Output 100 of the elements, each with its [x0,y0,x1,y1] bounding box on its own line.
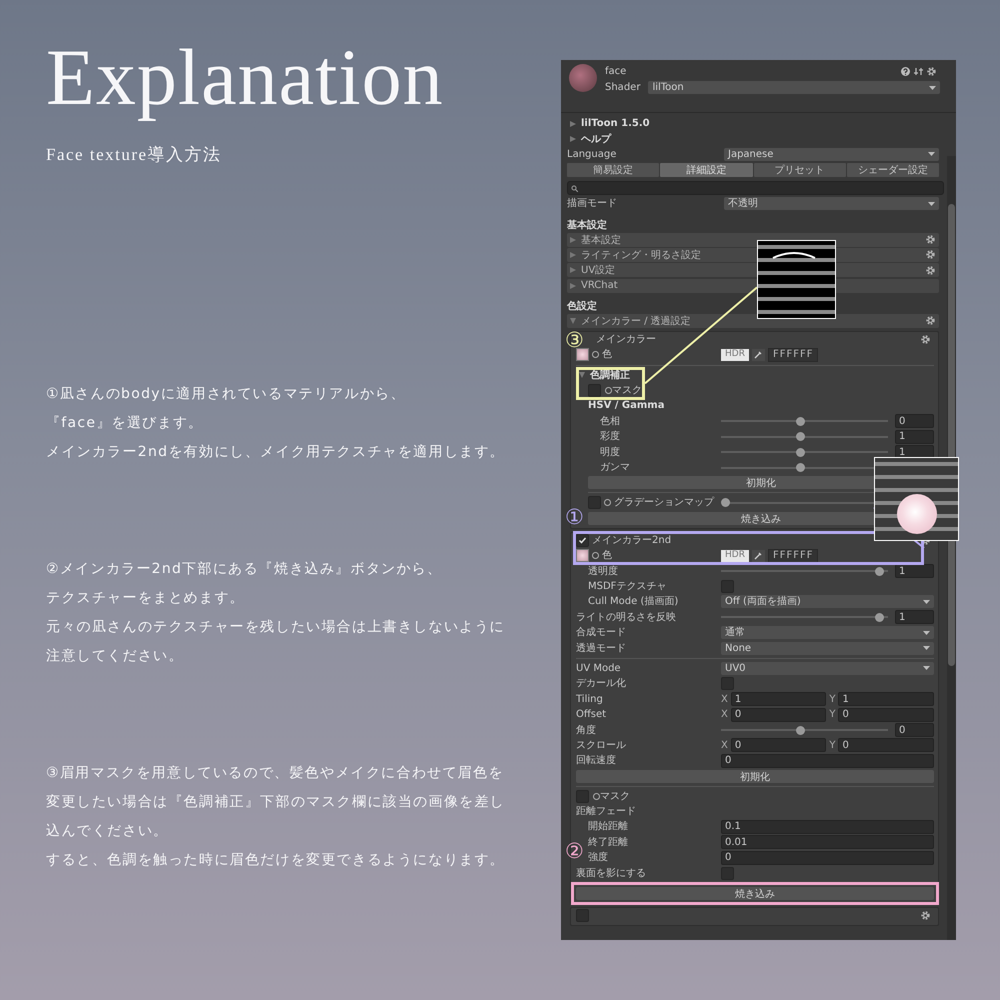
slider-thumb[interactable] [874,566,884,576]
slider-thumb[interactable] [796,463,804,472]
field-label: 透明度 [588,566,618,577]
eyedropper-button[interactable] [752,550,765,562]
checkbox[interactable] [721,580,734,593]
field-label: ライトの明るさを反映 [576,612,676,623]
caret-icon [928,152,935,156]
tab[interactable]: シェーダー設定 [846,163,939,178]
number-field[interactable]: 0 [730,738,826,752]
field-label: UV Mode [576,662,621,674]
search-icon [571,184,578,192]
dropdown[interactable]: None [721,642,934,655]
checkbox[interactable] [576,534,589,547]
eyedropper-button[interactable] [752,348,765,361]
checkbox[interactable] [588,496,601,510]
slider-thumb[interactable] [796,726,804,735]
search-field[interactable] [567,181,944,196]
hdr-button[interactable]: HDR [721,550,749,562]
number-field[interactable]: 0 [895,723,934,738]
dropdown[interactable]: UV0 [721,662,934,675]
step-number: ① [565,506,584,528]
slider-thumb[interactable] [796,448,804,457]
instruction-text: ①凪さんのbodyに適用されているマテリアルから、 [46,385,407,404]
shader-dropdown[interactable]: lilToon [648,81,940,94]
dropdown[interactable]: Japanese [724,148,939,161]
field-label: HSV / Gamma [588,400,664,412]
expanded-arrow-icon[interactable] [570,318,576,324]
collapsed-arrow-icon[interactable] [570,136,576,142]
slider-thumb[interactable] [874,612,884,622]
field-label: Cull Mode (描画面) [588,596,678,608]
ring-icon [592,351,599,358]
button[interactable]: 初期化 [576,770,934,782]
button[interactable]: 焼き込み [576,886,934,900]
field-label: 回転速度 [576,755,616,766]
tab[interactable]: 詳細設定 [660,163,752,178]
number-field[interactable]: 0 [838,708,934,722]
number-field[interactable]: 0.01 [721,835,934,850]
number-field[interactable]: 0 [895,414,934,428]
tab[interactable]: プリセット [754,163,846,178]
number-field[interactable]: 1 [895,610,934,624]
number-field[interactable]: 1 [730,692,826,706]
slider-thumb[interactable] [796,432,804,442]
tab[interactable]: 簡易設定 [567,163,660,178]
caret-icon [923,630,930,635]
number-field[interactable]: 0 [721,850,934,865]
number-field[interactable]: 0 [721,754,934,768]
number-field[interactable]: 1 [895,430,934,444]
hdr-button[interactable]: HDR [721,348,749,361]
texture-swatch[interactable] [576,348,589,362]
step-number: ③ [565,330,584,351]
instruction-text: ②メインカラー2nd下部にある『焼き込み』ボタンから、 [46,560,444,579]
field-label: Shader [605,82,640,93]
axis-label: X [721,740,728,751]
ring-icon [593,792,600,800]
material-name: face [605,66,626,76]
checkbox[interactable] [721,677,734,690]
number-field[interactable]: 0 [838,738,934,752]
instruction-text: メインカラー2ndを有効にし、メイク用テクスチャを適用します。 [46,443,506,462]
axis-label: Y [829,740,836,751]
group-heading: 基本設定 [567,218,608,232]
field-label: ガンマ [600,462,630,474]
field-label: MSDFテクスチャ [588,581,666,592]
instruction-text: 注意してください。 [46,647,185,666]
axis-label: X [721,709,728,720]
field-label: Offset [576,709,606,720]
collapsed-arrow-icon[interactable] [570,282,576,289]
foldout-header[interactable]: 基本設定 [567,232,939,247]
foldout-header[interactable]: メインカラー / 透過設定 [567,314,939,328]
field-label: 明度 [600,446,620,458]
dropdown[interactable]: 通常 [721,626,934,640]
slider-thumb[interactable] [720,498,730,508]
dropdown[interactable]: Off (両面を描画) [721,595,934,608]
field-label: グラデーションマップ [614,497,714,508]
instruction-text: ③眉用マスクを用意しているので、髪色やメイクに合わせて眉色を [46,764,505,783]
step-number: ② [565,840,584,862]
instruction-text: すると、色調を触った時に眉色だけを変更できるようになります。 [46,851,506,870]
collapsed-arrow-icon[interactable] [570,267,576,274]
caret-icon [923,646,930,650]
checkbox[interactable] [721,866,734,880]
number-field[interactable]: 0.1 [721,820,934,834]
page-subtitle: Face texture導入方法 [46,144,223,166]
number-field[interactable]: 1 [895,564,934,578]
slider-thumb[interactable] [796,416,804,426]
hex-field[interactable]: FFFFFF [768,548,818,563]
texture-swatch[interactable] [576,549,589,562]
hex-field[interactable]: FFFFFF [768,348,818,362]
field-label: デカール化 [576,678,626,690]
checkbox[interactable] [588,384,601,398]
number-field[interactable]: 0 [730,708,826,722]
collapsed-arrow-icon[interactable] [570,120,576,127]
dropdown[interactable]: 不透明 [724,197,939,210]
panel-title: メインカラー2nd [592,534,672,546]
eyedropper-icon [754,350,762,360]
field-label: Language [567,148,616,160]
gear-icon [927,66,936,76]
checkbox[interactable] [576,790,589,803]
checkbox[interactable] [576,909,589,922]
expanded-arrow-icon[interactable] [579,372,585,378]
number-field[interactable]: 1 [838,692,934,706]
axis-label: Y [829,694,836,705]
